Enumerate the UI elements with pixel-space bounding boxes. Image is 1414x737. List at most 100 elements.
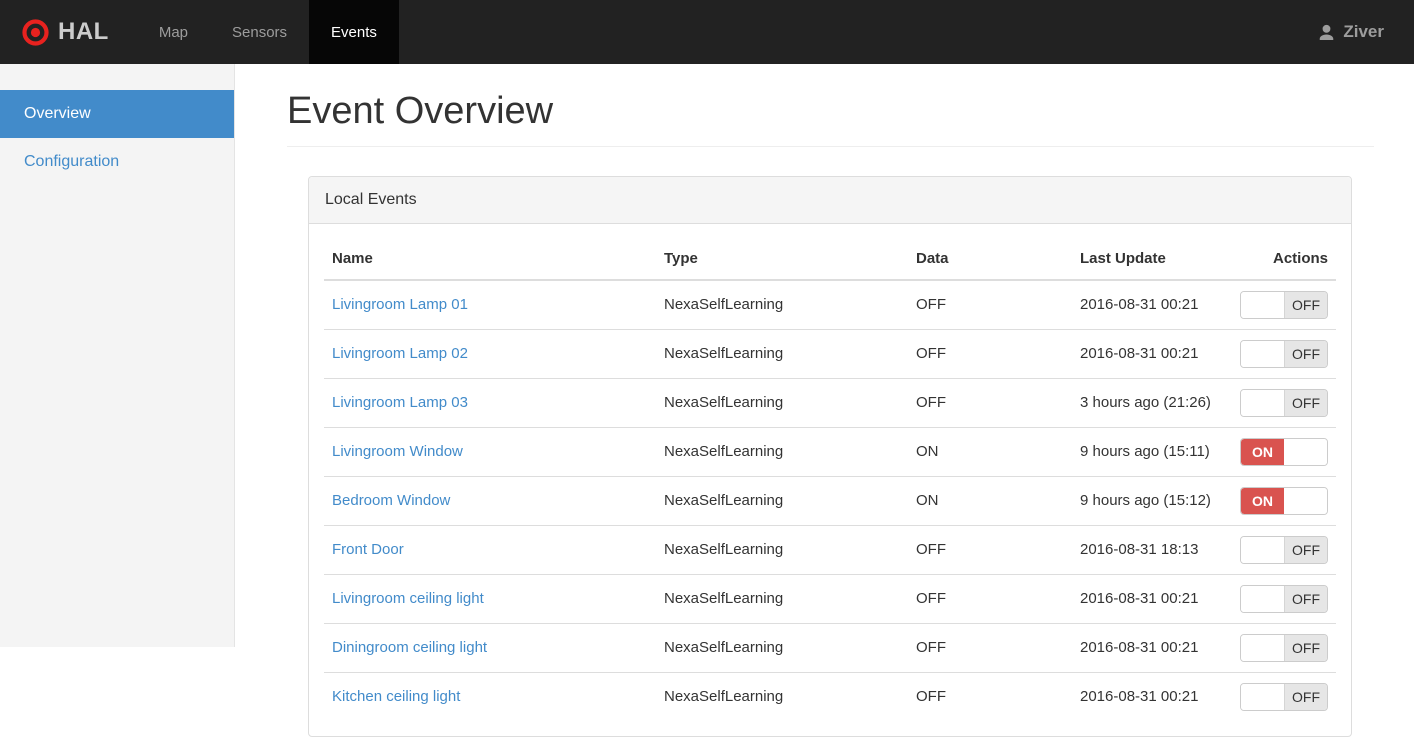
event-last-update-cell: 9 hours ago (15:12)	[1072, 476, 1232, 525]
nav-item-sensors[interactable]: Sensors	[210, 0, 309, 64]
toggle-switch[interactable]: ON	[1240, 438, 1328, 466]
page-title: Event Overview	[287, 90, 1374, 134]
table-header-row: Name Type Data Last Update Actions	[324, 239, 1336, 280]
event-data-cell: OFF	[908, 672, 1072, 721]
table-row: Front DoorNexaSelfLearningOFF2016-08-31 …	[324, 525, 1336, 574]
table-row: Bedroom WindowNexaSelfLearningON9 hours …	[324, 476, 1336, 525]
sidebar-item-configuration[interactable]: Configuration	[0, 138, 234, 186]
user-name: Ziver	[1343, 22, 1384, 42]
brand[interactable]: HAL	[0, 0, 137, 64]
event-name-link[interactable]: Livingroom ceiling light	[332, 590, 484, 607]
toggle-handle	[1241, 341, 1284, 367]
event-data-cell: OFF	[908, 280, 1072, 330]
events-table-body: Livingroom Lamp 01NexaSelfLearningOFF201…	[324, 280, 1336, 721]
event-name-cell: Bedroom Window	[324, 476, 656, 525]
events-table: Name Type Data Last Update Actions Livin…	[324, 239, 1336, 721]
brand-label: HAL	[58, 18, 109, 46]
event-actions-cell: OFF	[1232, 378, 1336, 427]
event-name-link[interactable]: Kitchen ceiling light	[332, 688, 460, 705]
nav-item-events[interactable]: Events	[309, 0, 399, 64]
event-type-cell: NexaSelfLearning	[656, 476, 908, 525]
event-actions-cell: OFF	[1232, 329, 1336, 378]
toggle-handle	[1241, 684, 1284, 710]
top-navbar: HAL Map Sensors Events Ziver	[0, 0, 1414, 64]
event-type-cell: NexaSelfLearning	[656, 623, 908, 672]
event-name-cell: Front Door	[324, 525, 656, 574]
event-name-cell: Livingroom Lamp 02	[324, 329, 656, 378]
toggle-handle	[1241, 537, 1284, 563]
event-actions-cell: OFF	[1232, 574, 1336, 623]
event-last-update-cell: 2016-08-31 00:21	[1072, 672, 1232, 721]
toggle-state-label: OFF	[1284, 341, 1327, 367]
event-actions-cell: OFF	[1232, 280, 1336, 330]
event-actions-cell: OFF	[1232, 672, 1336, 721]
table-row: Livingroom ceiling lightNexaSelfLearning…	[324, 574, 1336, 623]
event-type-cell: NexaSelfLearning	[656, 427, 908, 476]
toggle-state-label: OFF	[1284, 390, 1327, 416]
column-header-data: Data	[908, 239, 1072, 280]
column-header-last-update: Last Update	[1072, 239, 1232, 280]
local-events-panel: Local Events Name Type Data Last Update …	[308, 176, 1352, 737]
column-header-actions: Actions	[1232, 239, 1336, 280]
event-last-update-cell: 2016-08-31 00:21	[1072, 623, 1232, 672]
table-row: Livingroom Lamp 03NexaSelfLearningOFF3 h…	[324, 378, 1336, 427]
event-data-cell: OFF	[908, 378, 1072, 427]
column-header-type: Type	[656, 239, 908, 280]
toggle-state-label: OFF	[1284, 684, 1327, 710]
event-data-cell: ON	[908, 427, 1072, 476]
event-actions-cell: ON	[1232, 427, 1336, 476]
toggle-handle	[1241, 586, 1284, 612]
event-last-update-cell: 9 hours ago (15:11)	[1072, 427, 1232, 476]
toggle-state-label: ON	[1241, 439, 1284, 465]
toggle-handle	[1241, 292, 1284, 318]
event-name-link[interactable]: Diningroom ceiling light	[332, 639, 487, 656]
sidebar: Overview Configuration	[0, 64, 235, 647]
event-name-link[interactable]: Front Door	[332, 541, 404, 558]
event-name-link[interactable]: Livingroom Lamp 01	[332, 296, 468, 313]
toggle-handle	[1284, 488, 1327, 514]
title-divider	[287, 146, 1374, 147]
event-name-link[interactable]: Livingroom Lamp 02	[332, 345, 468, 362]
toggle-switch[interactable]: OFF	[1240, 389, 1328, 417]
panel-title: Local Events	[309, 177, 1351, 224]
main-content: Event Overview Local Events Name Type Da…	[236, 64, 1414, 737]
event-name-cell: Livingroom Lamp 01	[324, 280, 656, 330]
toggle-switch[interactable]: OFF	[1240, 291, 1328, 319]
event-name-cell: Livingroom Lamp 03	[324, 378, 656, 427]
toggle-switch[interactable]: OFF	[1240, 536, 1328, 564]
event-name-link[interactable]: Bedroom Window	[332, 492, 450, 509]
toggle-handle	[1241, 390, 1284, 416]
toggle-switch[interactable]: OFF	[1240, 585, 1328, 613]
hal-logo-bullseye-icon	[22, 19, 49, 46]
table-row: Diningroom ceiling light NexaSelfLearning…	[324, 623, 1336, 672]
table-row: Livingroom Lamp 02NexaSelfLearningOFF201…	[324, 329, 1336, 378]
toggle-state-label: OFF	[1284, 635, 1327, 661]
toggle-switch[interactable]: OFF	[1240, 683, 1328, 711]
toggle-handle	[1241, 635, 1284, 661]
event-type-cell: NexaSelfLearning	[656, 672, 908, 721]
user-menu[interactable]: Ziver	[1317, 0, 1414, 64]
toggle-handle	[1284, 439, 1327, 465]
event-last-update-cell: 3 hours ago (21:26)	[1072, 378, 1232, 427]
event-name-link[interactable]: Livingroom Lamp 03	[332, 394, 468, 411]
event-data-cell: ON	[908, 476, 1072, 525]
toggle-switch[interactable]: OFF	[1240, 340, 1328, 368]
event-data-cell: OFF	[908, 525, 1072, 574]
table-row: Livingroom WindowNexaSelfLearningON9 hou…	[324, 427, 1336, 476]
event-name-cell: Livingroom Window	[324, 427, 656, 476]
toggle-switch[interactable]: OFF	[1240, 634, 1328, 662]
sidebar-item-overview[interactable]: Overview	[0, 90, 234, 138]
event-name-cell: Kitchen ceiling light	[324, 672, 656, 721]
nav-item-map[interactable]: Map	[137, 0, 210, 64]
event-actions-cell: OFF	[1232, 525, 1336, 574]
user-icon	[1317, 23, 1336, 42]
toggle-state-label: OFF	[1284, 586, 1327, 612]
table-row: Livingroom Lamp 01NexaSelfLearningOFF201…	[324, 280, 1336, 330]
toggle-switch[interactable]: ON	[1240, 487, 1328, 515]
event-last-update-cell: 2016-08-31 18:13	[1072, 525, 1232, 574]
column-header-name: Name	[324, 239, 656, 280]
event-name-link[interactable]: Livingroom Window	[332, 443, 463, 460]
toggle-state-label: ON	[1241, 488, 1284, 514]
event-actions-cell: ON	[1232, 476, 1336, 525]
event-last-update-cell: 2016-08-31 00:21	[1072, 329, 1232, 378]
